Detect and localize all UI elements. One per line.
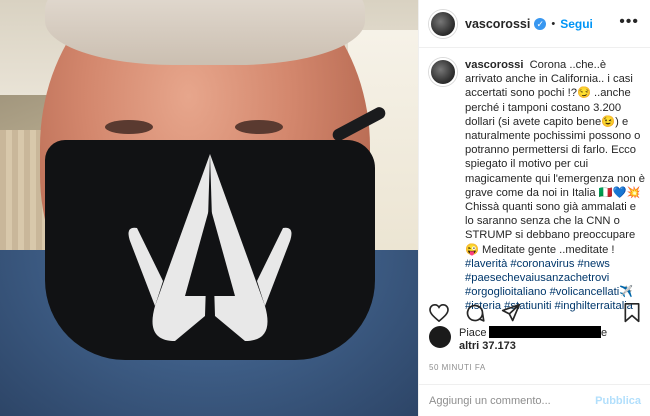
hands-triangle-graphic [128,154,292,341]
follow-button[interactable]: Segui [560,17,593,31]
avatar[interactable] [429,9,457,38]
header-username[interactable]: vascorossi [465,17,530,31]
heart-icon[interactable] [429,304,449,322]
post-timestamp[interactable]: 50 MINUTI FA [429,363,486,372]
redacted-username-bar [489,326,601,338]
caption-username[interactable]: vascorossi [465,59,523,71]
caption-avatar[interactable] [429,58,457,86]
post-photo[interactable] [0,0,418,416]
post-header: vascorossi ✓ • Segui ••• [419,0,650,48]
bookmark-icon[interactable] [623,303,641,323]
caption-body: vascorossi Corona ..che..è arrivato anch… [465,58,645,314]
photo-face-mask [45,140,375,360]
likes-summary: Piace a e altri 37.173 [429,326,641,360]
likes-others-link[interactable]: altri 37.173 [459,340,516,353]
likes-suffix: e [601,327,608,339]
post-caption: vascorossi Corona ..che..è arrivato anch… [429,58,645,314]
caption-text: Corona ..che..è arrivato anche in Califo… [465,59,645,256]
comment-input[interactable] [429,394,596,407]
liker-avatar[interactable] [429,326,451,348]
comment-bar: Pubblica [419,384,650,416]
header-separator: • [551,17,556,30]
paper-plane-icon[interactable] [501,303,521,323]
photo-hair [45,0,365,65]
photo-eye-left [105,120,153,134]
more-options-icon[interactable]: ••• [619,14,639,30]
photo-eye-right [235,120,283,134]
publish-button[interactable]: Pubblica [595,395,641,407]
post-sidebar: vascorossi ✓ • Segui ••• vascorossi Coro… [418,0,650,416]
post-actions [429,302,641,324]
verified-badge-icon: ✓ [534,17,547,30]
comment-icon[interactable] [465,303,485,323]
